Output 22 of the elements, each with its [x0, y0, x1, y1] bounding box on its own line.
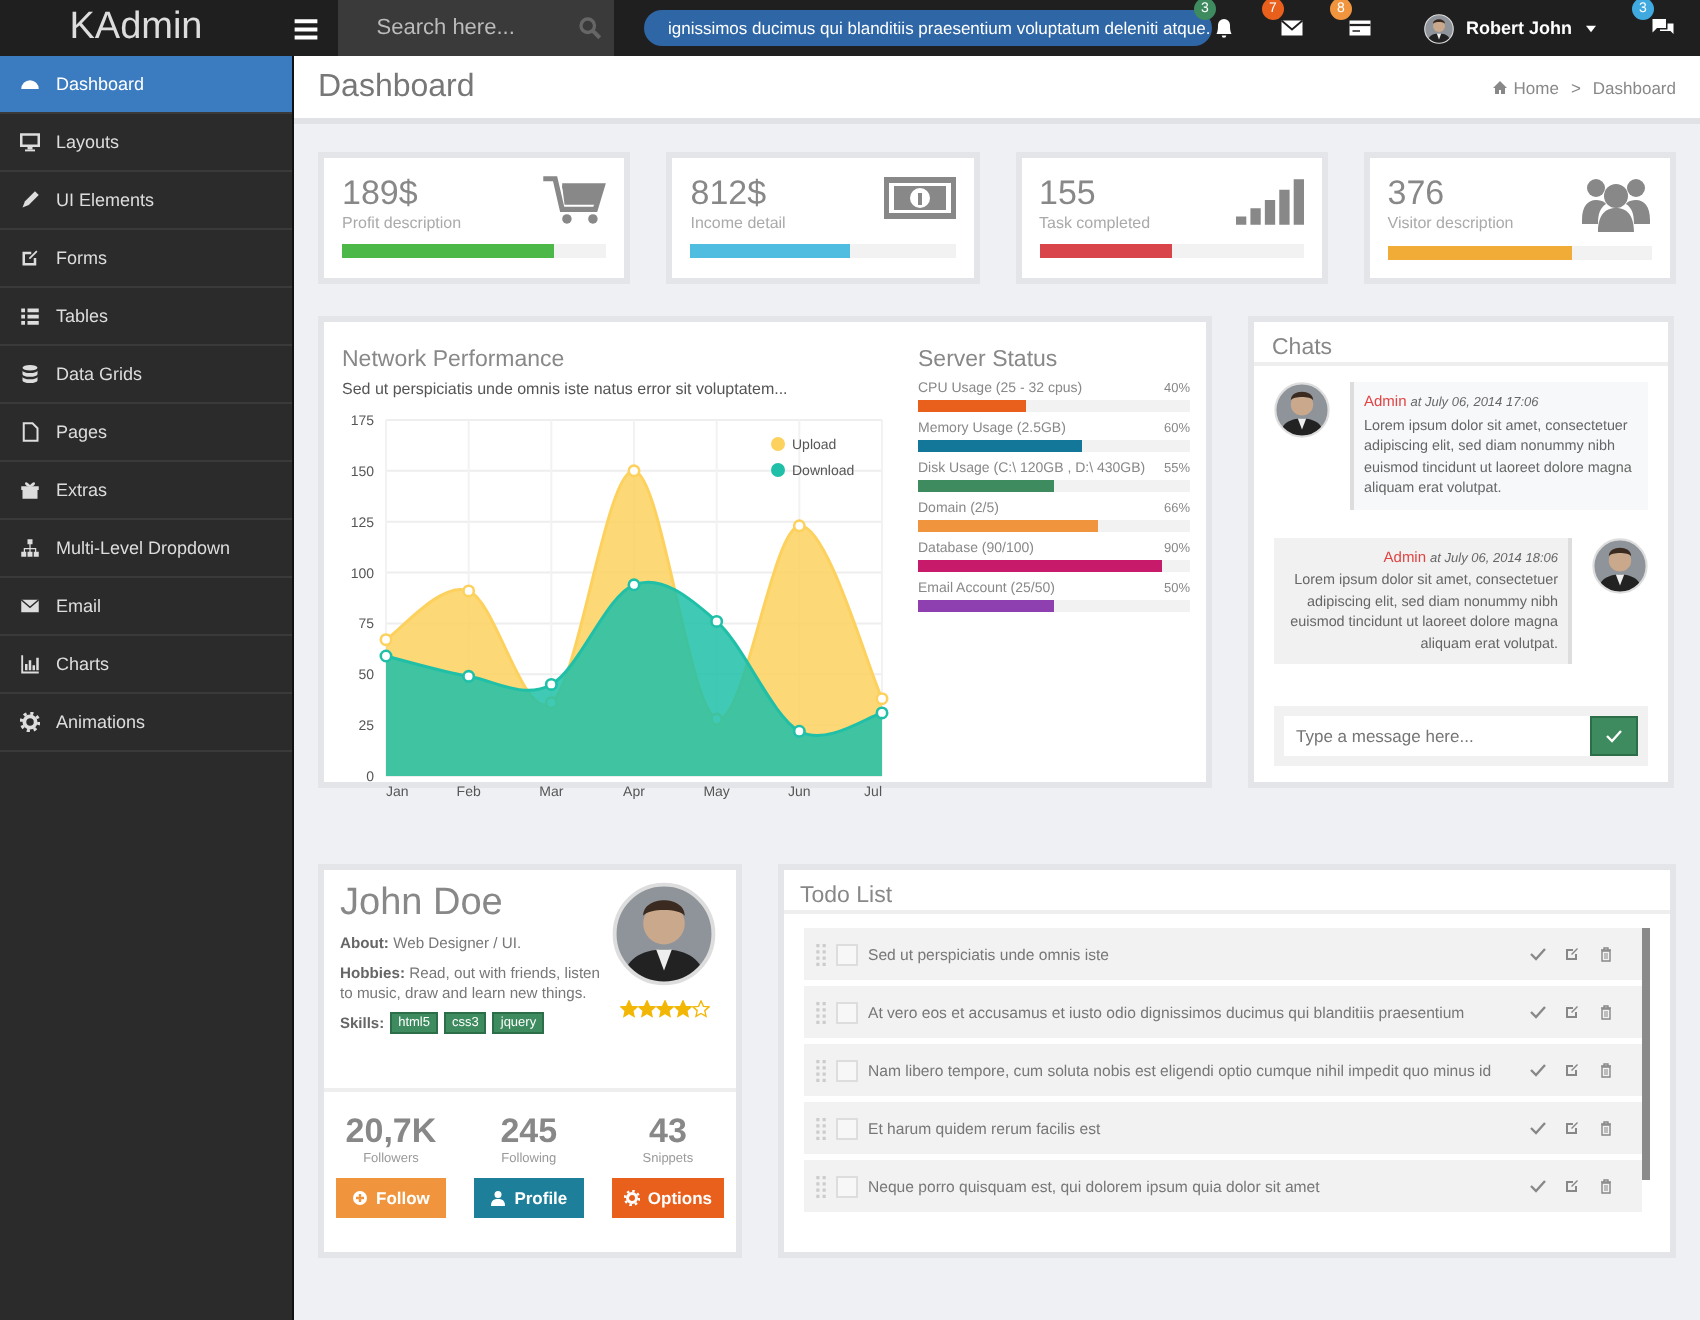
stat-label: Profit description — [342, 214, 462, 232]
logo: KAdmin — [67, 6, 205, 50]
panel-title: Chats — [1272, 336, 1333, 360]
panel-title: Server Status — [918, 348, 1060, 372]
notification-banner: ignissimos ducimus qui blanditiis praesentium voluptatum deleniti atque. — [643, 10, 1212, 46]
panel-subtitle: Sed ut perspiciatis unde omnis iste natus error sit voluptatem... — [342, 380, 790, 398]
stat-value: 189$ — [342, 174, 420, 214]
profile-name: John Doe — [340, 882, 505, 926]
stat-value: 245 — [498, 1112, 560, 1152]
stat-value: 43 — [646, 1112, 689, 1152]
stat-label: Task completed — [1039, 214, 1151, 232]
stat-value: 20,7K — [343, 1112, 439, 1152]
panel-title: Network Performance — [342, 348, 567, 372]
stat-label: Income detail — [690, 214, 786, 232]
stat-value: 376 — [1387, 174, 1447, 214]
breadcrumb-current: Dashboard — [1592, 77, 1676, 97]
stat-value: 812$ — [690, 174, 769, 214]
stat-label: Visitor description — [1387, 214, 1514, 232]
stat-value: 155 — [1039, 174, 1098, 214]
breadcrumb-separator: > — [1570, 77, 1581, 97]
page-title: Dashboard — [318, 69, 475, 105]
panel-title: Todo List — [800, 884, 893, 908]
